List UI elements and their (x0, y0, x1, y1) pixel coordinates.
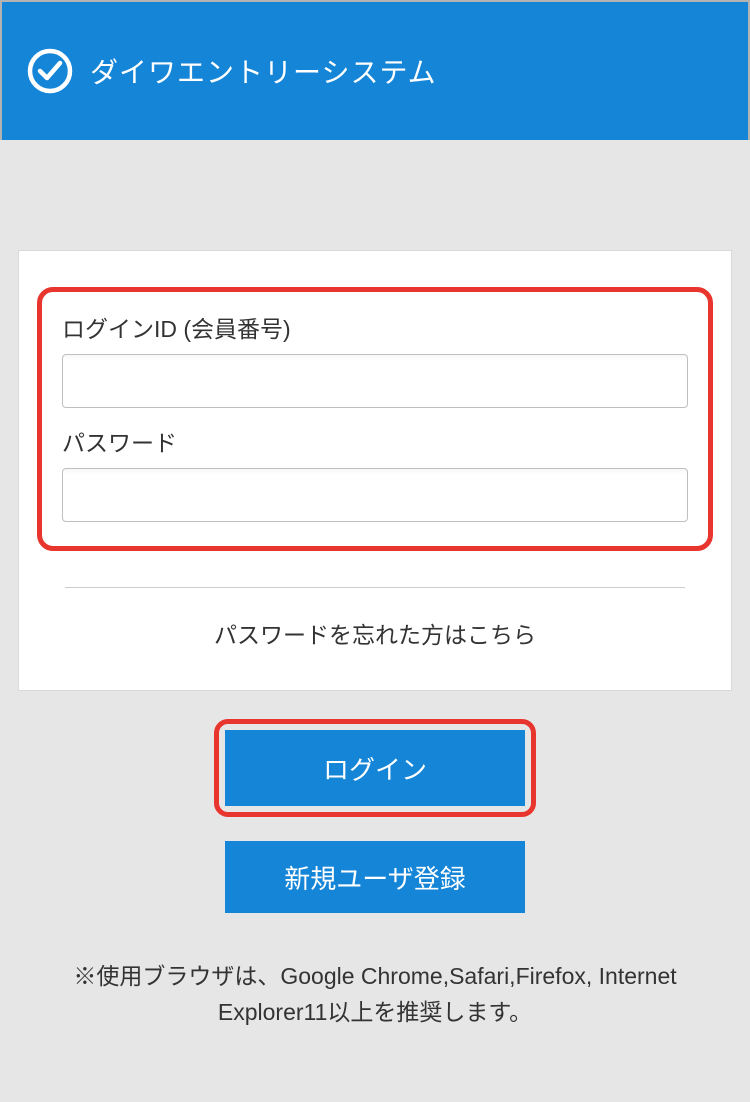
login-id-input[interactable] (62, 354, 688, 408)
app-header: ダイワエントリーシステム (0, 0, 750, 140)
login-button[interactable]: ログイン (225, 730, 525, 806)
divider (65, 587, 685, 588)
password-input[interactable] (62, 468, 688, 522)
credentials-highlight: ログインID (会員番号) パスワード (37, 287, 713, 551)
login-id-label: ログインID (会員番号) (62, 310, 688, 344)
forgot-password-link[interactable]: パスワードを忘れた方はこちら (37, 616, 713, 650)
password-label: パスワード (62, 424, 688, 458)
button-group: ログイン 新規ユーザ登録 (18, 719, 732, 913)
login-button-highlight: ログイン (214, 719, 536, 817)
register-button[interactable]: 新規ユーザ登録 (225, 841, 525, 913)
login-id-group: ログインID (会員番号) (62, 310, 688, 408)
checkmark-circle-icon (26, 47, 74, 95)
main-content: ログインID (会員番号) パスワード パスワードを忘れた方はこちら ログイン … (0, 250, 750, 1030)
password-group: パスワード (62, 424, 688, 522)
login-card: ログインID (会員番号) パスワード パスワードを忘れた方はこちら (18, 250, 732, 691)
browser-note: ※使用ブラウザは、Google Chrome,Safari,Firefox, I… (18, 959, 732, 1030)
app-title: ダイワエントリーシステム (90, 51, 437, 91)
